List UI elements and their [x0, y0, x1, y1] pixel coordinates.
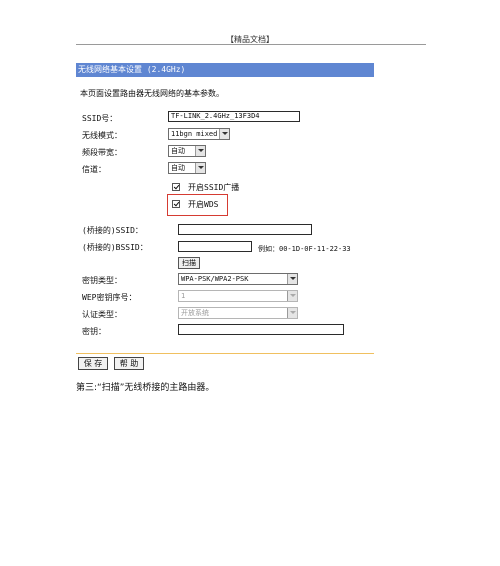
bandwidth-label: 频段带宽： — [82, 148, 122, 157]
chevron-down-icon — [287, 291, 297, 301]
mode-label: 无线模式： — [82, 131, 122, 140]
scan-button[interactable]: 扫描 — [178, 257, 200, 269]
key-type-label: 密钥类型： — [82, 276, 122, 285]
chevron-down-icon — [287, 308, 297, 318]
header-divider — [76, 44, 426, 45]
ssid-broadcast-checkbox[interactable] — [172, 183, 180, 191]
wireless-settings-panel: 无线网络基本设置 (2.4GHz) 本页面设置路由器无线网络的基本参数。 SSI… — [76, 63, 374, 373]
ssid-input[interactable]: TF-LINK_2.4GHz_13F3D4 — [168, 111, 300, 122]
mode-select[interactable]: 11bgn mixed — [168, 128, 230, 140]
bridge-ssid-label: (桥接的)SSID： — [82, 226, 143, 235]
help-button[interactable]: 帮 助 — [114, 357, 144, 370]
bridge-ssid-input[interactable] — [178, 224, 312, 235]
wep-index-select[interactable]: 1 — [178, 290, 298, 302]
ssid-label: SSID号： — [82, 114, 118, 123]
wep-index-label: WEP密钥序号： — [82, 293, 137, 302]
auth-type-label: 认证类型： — [82, 310, 122, 319]
auth-type-select-value: 开放系统 — [181, 309, 209, 317]
bssid-example: 例如：00-1D-0F-11-22-33 — [258, 245, 351, 253]
panel-description: 本页面设置路由器无线网络的基本参数。 — [80, 89, 224, 98]
bridge-bssid-input[interactable] — [178, 241, 252, 252]
chevron-down-icon — [195, 146, 205, 156]
wds-checkbox[interactable] — [172, 200, 180, 208]
wds-label: 开启WDS — [188, 200, 219, 209]
panel-title: 无线网络基本设置 (2.4GHz) — [76, 63, 374, 77]
bandwidth-select[interactable]: 自动 — [168, 145, 206, 157]
auth-type-select[interactable]: 开放系统 — [178, 307, 298, 319]
key-type-select-value: WPA-PSK/WPA2-PSK — [181, 275, 249, 283]
chevron-down-icon — [195, 163, 205, 173]
channel-label: 信道： — [82, 165, 106, 174]
bandwidth-select-value: 自动 — [171, 147, 185, 155]
chevron-down-icon — [287, 274, 297, 284]
channel-select-value: 自动 — [171, 164, 185, 172]
document-caption: 第三:“扫描”无线桥接的主路由器。 — [76, 383, 215, 393]
ssid-broadcast-label: 开启SSID广播 — [188, 183, 240, 192]
key-label: 密钥： — [82, 327, 106, 336]
key-type-select[interactable]: WPA-PSK/WPA2-PSK — [178, 273, 298, 285]
mode-select-value: 11bgn mixed — [171, 130, 218, 138]
save-button[interactable]: 保 存 — [78, 357, 108, 370]
panel-divider — [76, 353, 374, 354]
wep-index-select-value: 1 — [181, 292, 186, 300]
chevron-down-icon — [219, 129, 229, 139]
key-input[interactable] — [178, 324, 344, 335]
channel-select[interactable]: 自动 — [168, 162, 206, 174]
bridge-bssid-label: (桥接的)BSSID： — [82, 243, 148, 252]
